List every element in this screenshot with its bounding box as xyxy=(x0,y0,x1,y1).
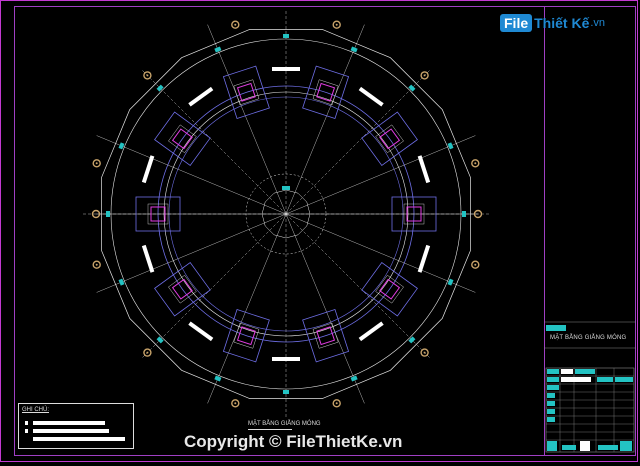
anchor-bolt-center xyxy=(474,263,477,266)
notes-line xyxy=(25,429,28,433)
radial-grid-line xyxy=(140,68,287,215)
ring-marker xyxy=(283,34,289,38)
anchor-bolt-center xyxy=(146,351,149,354)
notes-line xyxy=(25,421,28,425)
tb-fill xyxy=(547,385,559,390)
anchor-bolt-center xyxy=(335,23,338,26)
anchor-bolt-center xyxy=(474,162,477,165)
beam-label-mark xyxy=(358,86,384,107)
radial-grid-line xyxy=(285,213,365,404)
title-block-grid xyxy=(544,321,636,453)
radial-grid-line xyxy=(140,213,287,360)
title-block-marker xyxy=(546,325,566,331)
radial-grid-line xyxy=(96,135,287,215)
anchor-bolt-center xyxy=(335,402,338,405)
notes-line xyxy=(33,421,105,425)
anchor-bolt-center xyxy=(234,402,237,405)
beam-label-mark xyxy=(141,155,155,184)
tb-fill xyxy=(547,377,559,382)
tb-fill xyxy=(561,377,591,382)
tb-fill xyxy=(562,445,576,450)
beam-label-mark xyxy=(141,244,155,273)
tb-fill xyxy=(547,409,555,414)
anchor-bolt-center xyxy=(234,23,237,26)
radial-grid-line xyxy=(207,24,287,215)
radial-grid-line xyxy=(285,135,476,215)
tb-fill xyxy=(547,401,555,406)
tb-fill xyxy=(575,369,595,374)
notes-box: GHI CHÚ: xyxy=(18,403,134,449)
anchor-bolt-center xyxy=(95,162,98,165)
center-marker xyxy=(282,186,290,190)
title-block-drawing-title: MẶT BẰNG GIẰNG MÓNG xyxy=(550,335,627,341)
foundation-plan xyxy=(81,9,491,419)
tb-fill xyxy=(620,441,632,451)
plan-caption-underline xyxy=(248,429,292,430)
anchor-bolt-center xyxy=(95,263,98,266)
tb-fill xyxy=(561,369,573,374)
ring-marker xyxy=(283,390,289,394)
radial-grid-line xyxy=(285,213,432,360)
anchor-bolt-center xyxy=(423,74,426,77)
radial-grid-line xyxy=(285,24,365,215)
beam-label-mark xyxy=(358,321,384,342)
ring-marker xyxy=(462,211,466,217)
radial-grid-line xyxy=(96,213,287,293)
tb-fill xyxy=(547,393,555,398)
copyright-watermark: Copyright © FileThietKe.vn xyxy=(184,432,403,451)
tb-fill xyxy=(547,441,557,451)
beam-label-mark xyxy=(188,86,214,107)
tb-fill xyxy=(615,377,633,382)
anchor-bolt-center xyxy=(423,351,426,354)
radial-grid-line xyxy=(285,68,432,215)
beam-label-mark xyxy=(272,67,300,71)
notes-line xyxy=(33,437,125,441)
beam-label-mark xyxy=(417,155,431,184)
tb-fill xyxy=(547,417,555,422)
notes-title: GHI CHÚ: xyxy=(22,407,49,413)
cad-drawing-canvas[interactable] xyxy=(0,0,640,466)
anchor-bolt-center xyxy=(146,74,149,77)
radial-grid-line xyxy=(285,213,476,293)
beam-label-mark xyxy=(272,357,300,361)
radial-grid-line xyxy=(207,213,287,404)
beam-label-mark xyxy=(188,321,214,342)
tb-fill xyxy=(580,441,590,451)
notes-line xyxy=(33,429,109,433)
tb-fill xyxy=(597,377,613,382)
tb-fill xyxy=(598,445,618,450)
plan-caption: MẶT BẰNG GIẰNG MÓNG xyxy=(248,421,321,427)
tb-fill xyxy=(547,369,559,374)
beam-label-mark xyxy=(417,244,431,273)
ring-marker xyxy=(106,211,110,217)
